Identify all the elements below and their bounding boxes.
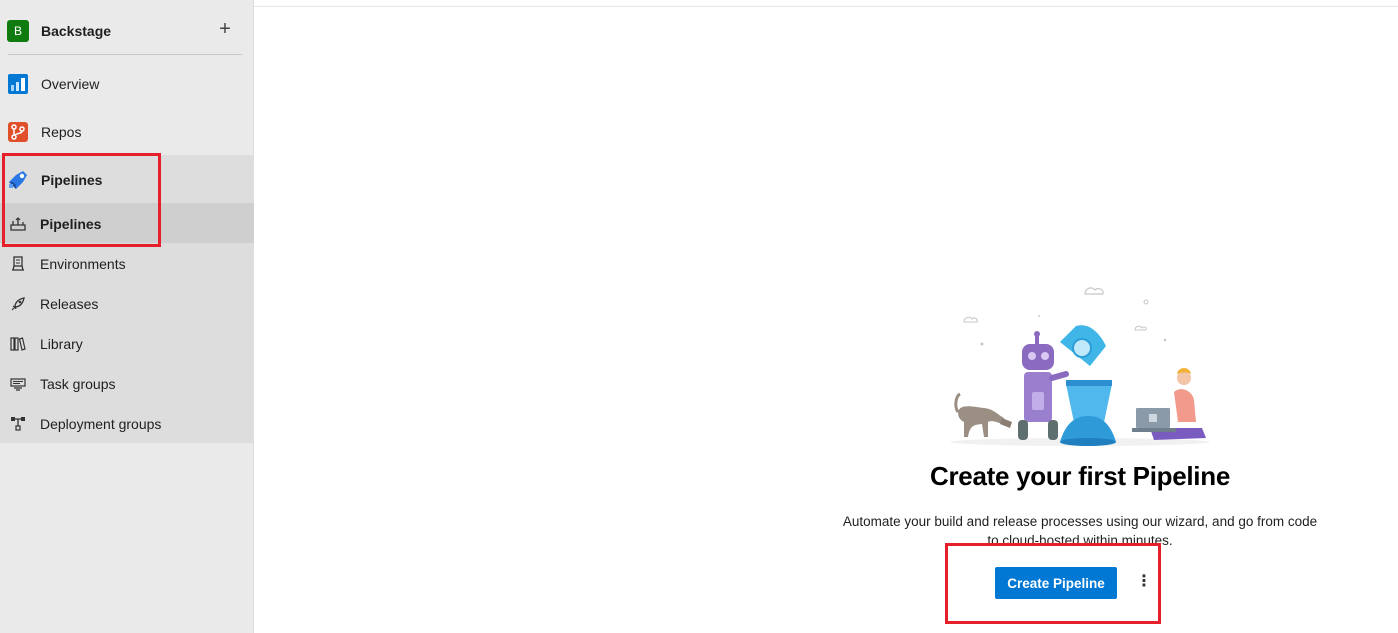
empty-state-heading: Create your first Pipeline bbox=[930, 461, 1230, 491]
project-header[interactable]: B Backstage + bbox=[0, 14, 254, 48]
sidebar-item-label: Repos bbox=[41, 124, 82, 140]
sidebar: B Backstage + Overview Repos Pipelines P… bbox=[0, 0, 254, 633]
sidebar-item-label: Environments bbox=[40, 256, 126, 272]
empty-state-illustration bbox=[940, 282, 1220, 447]
environments-icon bbox=[8, 254, 28, 274]
app-root: B Backstage + Overview Repos Pipelines P… bbox=[0, 0, 1398, 633]
sidebar-subitem-releases[interactable]: Releases bbox=[0, 287, 254, 321]
top-divider bbox=[254, 6, 1398, 7]
releases-icon bbox=[8, 294, 28, 314]
sidebar-item-overview[interactable]: Overview bbox=[0, 67, 254, 101]
sidebar-item-repos[interactable]: Repos bbox=[0, 115, 254, 149]
project-divider bbox=[8, 54, 242, 55]
deployment-groups-icon bbox=[8, 414, 28, 434]
sidebar-subitem-library[interactable]: Library bbox=[0, 327, 254, 361]
project-avatar: B bbox=[7, 20, 29, 42]
project-name: Backstage bbox=[41, 23, 112, 39]
sidebar-item-label: Releases bbox=[40, 296, 99, 312]
annotation-highlight-sidebar bbox=[2, 153, 161, 247]
sidebar-item-label: Deployment groups bbox=[40, 416, 162, 432]
sidebar-subitem-task-groups[interactable]: Task groups bbox=[0, 367, 254, 401]
sidebar-item-label: Task groups bbox=[40, 376, 116, 392]
sidebar-item-label: Overview bbox=[41, 76, 100, 92]
annotation-highlight-create bbox=[945, 543, 1161, 624]
overview-icon bbox=[7, 73, 29, 95]
sidebar-subitem-deployment-groups[interactable]: Deployment groups bbox=[0, 407, 254, 441]
library-icon bbox=[8, 334, 28, 354]
task-groups-icon bbox=[8, 374, 28, 394]
sidebar-item-label: Library bbox=[40, 336, 83, 352]
repos-icon bbox=[7, 121, 29, 143]
add-button[interactable]: + bbox=[214, 18, 236, 40]
sidebar-subitem-environments[interactable]: Environments bbox=[0, 247, 254, 281]
